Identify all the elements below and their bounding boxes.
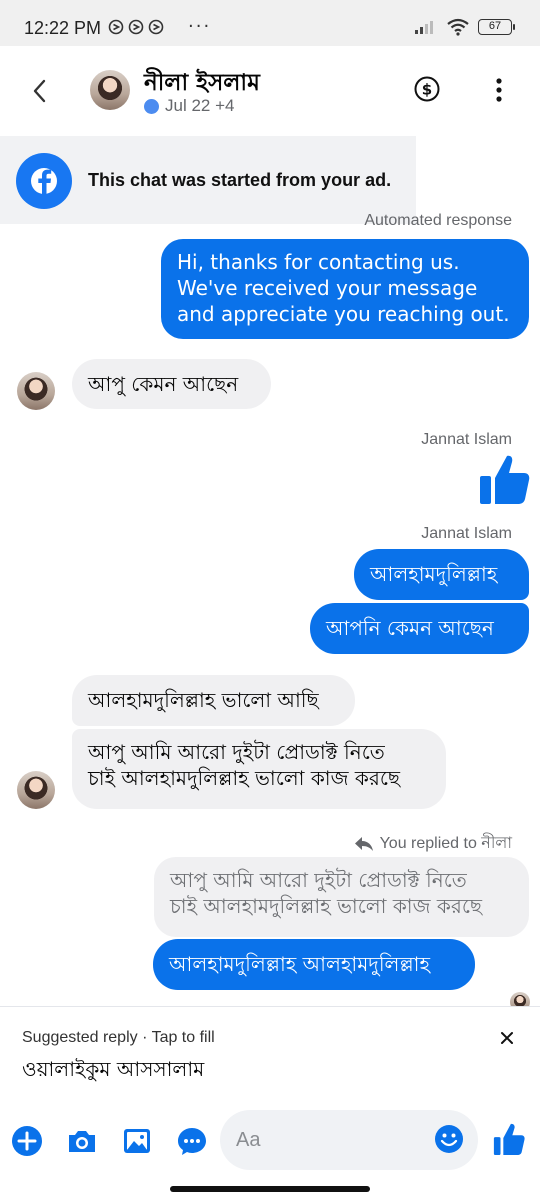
message-bubble-outgoing[interactable]: আলহামদুলিল্লাহ আলহামদুলিল্লাহ [153, 939, 475, 990]
chat-bubble-icon[interactable] [175, 1124, 209, 1158]
contact-subtitle-text: Jul 22 +4 [165, 96, 235, 115]
facebook-logo-icon [16, 153, 72, 209]
chat-header: নীলা ইসলাম Jul 22 +4 $ [0, 46, 540, 136]
status-time: 12:22 PM [24, 18, 102, 38]
message-bubble-incoming[interactable]: আলহামদুলিল্লাহ ভালো আছি [72, 675, 355, 726]
notification-icons [108, 19, 164, 35]
camera-icon[interactable] [65, 1124, 99, 1158]
message-bubble-outgoing[interactable]: আলহামদুলিল্লাহ [354, 549, 529, 600]
status-right: 67 [414, 18, 515, 36]
notification-icon [128, 19, 144, 35]
wifi-icon [447, 18, 469, 36]
thumbs-up-icon[interactable] [478, 452, 530, 506]
avatar[interactable] [17, 372, 55, 410]
back-arrow-icon[interactable] [28, 76, 52, 106]
label-dot-icon [144, 98, 159, 114]
signal-icon [415, 21, 433, 34]
dollar-icon[interactable]: $ [414, 76, 440, 102]
notification-icon [148, 19, 164, 35]
message-bubble-outgoing[interactable]: Hi, thanks for contacting us. We've rece… [161, 239, 529, 339]
quoted-text-line: আপু আমি আরো দুইটা প্রোডাক্ট নিতে [170, 868, 467, 892]
quoted-text-line: চাই আলহামদুলিল্লাহ ভালো কাজ করছে [170, 894, 483, 918]
message-bubble-incoming[interactable]: আপু আমি আরো দুইটা প্রোডাক্ট নিতে চাই আলহ… [72, 729, 446, 809]
home-indicator [170, 1186, 370, 1192]
ad-banner: This chat was started from your ad. [0, 136, 416, 224]
status-bar: 12:22 PM ··· 67 [0, 0, 540, 46]
message-text: আলহামদুলিল্লাহ [370, 562, 498, 586]
message-text: আপু কেমন আছেন [88, 372, 239, 396]
battery-icon: 67 [478, 19, 515, 35]
thumbs-up-icon[interactable] [492, 1122, 526, 1156]
emoji-icon[interactable] [434, 1124, 464, 1154]
more-notifications-icon: ··· [188, 16, 212, 37]
suggested-reply-panel[interactable]: Suggested reply · Tap to fill ওয়ালাইকুম… [0, 1006, 540, 1102]
replied-to-text: You replied to নীলা [379, 835, 512, 852]
plus-icon[interactable] [10, 1124, 44, 1158]
suggested-reply-title: Suggested reply · Tap to fill [22, 1029, 215, 1046]
message-bubble-incoming[interactable]: আপু কেমন আছেন [72, 359, 271, 409]
more-options-icon[interactable] [496, 78, 502, 102]
suggested-reply-text[interactable]: ওয়ালাইকুম আসসালাম [22, 1055, 204, 1088]
quoted-message[interactable]: আপু আমি আরো দুইটা প্রোডাক্ট নিতে চাই আলহ… [154, 857, 529, 937]
sender-name: Jannat Islam [421, 525, 512, 542]
sender-name: Jannat Islam [421, 431, 512, 448]
message-bubble-outgoing[interactable]: আপনি কেমন আছেন [310, 603, 529, 654]
avatar[interactable] [17, 771, 55, 809]
gallery-icon[interactable] [120, 1124, 154, 1158]
message-text: আলহামদুলিল্লাহ আলহামদুলিল্লাহ [169, 952, 430, 976]
message-text-line: আপু আমি আরো দুইটা প্রোডাক্ট নিতে [88, 740, 385, 764]
contact-subtitle: Jul 22 +4 [144, 96, 234, 116]
close-icon[interactable] [498, 1029, 516, 1047]
notification-icon [108, 19, 124, 35]
replied-to-note: You replied to নীলা [354, 830, 512, 857]
automated-response-label: Automated response [364, 212, 512, 229]
message-text: আলহামদুলিল্লাহ ভালো আছি [88, 688, 319, 712]
message-text: আপনি কেমন আছেন [326, 616, 494, 640]
ad-banner-text: This chat was started from your ad. [88, 170, 392, 190]
reply-arrow-icon [354, 836, 373, 851]
avatar[interactable] [90, 70, 130, 110]
message-text-line: চাই আলহামদুলিল্লাহ ভালো কাজ করছে [88, 766, 401, 790]
svg-text:$: $ [422, 81, 432, 99]
message-text: Hi, thanks for contacting us. We've rece… [177, 250, 510, 326]
